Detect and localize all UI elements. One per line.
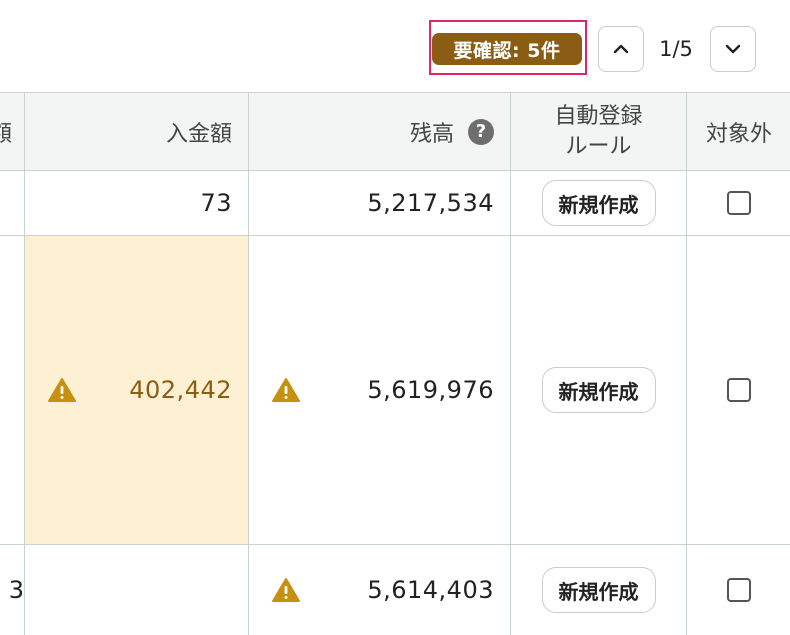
create-rule-button[interactable]: 新規作成 [541,567,656,613]
review-count-badge[interactable]: 要確認: 5件 [432,33,582,65]
column-header-balance: 残高 ? [249,93,511,171]
chevron-up-icon [613,44,629,54]
column-header-label: 自動登録 [554,103,643,129]
table-cell-balance-warning: 5,619,976 [249,236,511,545]
create-rule-button[interactable]: 新規作成 [541,180,656,226]
cell-value: 402,442 [129,376,232,404]
pager-count: 1/5 [659,37,693,61]
cell-value: 5,619,976 [367,376,494,404]
warning-icon [48,378,76,402]
table-cell-excluded [687,236,790,545]
cell-value: 5,614,403 [367,576,494,604]
next-item-button[interactable] [710,26,756,72]
exclude-checkbox[interactable] [727,578,751,602]
transactions-table: 額 入金額 残高 ? 自動登録 ルール 対象外 73 5,217,534 新規作… [0,92,790,635]
table-cell-auto-rule: 新規作成 [511,236,687,545]
table-cell-balance-warning: 5,614,403 [249,545,511,635]
table-cell-auto-rule: 新規作成 [511,171,687,236]
help-icon[interactable]: ? [468,118,494,145]
table-cell-auto-rule: 新規作成 [511,545,687,635]
table-cell-deposit [25,545,249,635]
toolbar: 要確認: 5件 1/5 [0,0,790,92]
column-header-label: 額 [0,116,12,148]
column-header-label: 対象外 [705,121,772,147]
table-cell-balance: 5,217,534 [249,171,511,236]
warning-icon [272,578,300,602]
exclude-checkbox[interactable] [727,378,751,402]
create-rule-button[interactable]: 新規作成 [541,367,656,413]
prev-item-button[interactable] [598,26,644,72]
column-header-auto-rule: 自動登録 ルール [511,93,687,171]
column-header-deposit: 入金額 [25,93,249,171]
chevron-down-icon [725,44,741,54]
cell-value: 5,217,534 [367,189,494,217]
warning-icon [272,378,300,402]
cell-value: 3 [8,576,24,604]
column-header-label: 入金額 [165,121,232,147]
column-header-excluded: 対象外 [687,93,790,171]
table-cell-clipped: 3 [0,545,25,635]
table-cell-excluded [687,545,790,635]
cell-value: 73 [200,189,232,217]
column-header-label: 残高 [409,121,454,147]
exclude-checkbox[interactable] [727,191,751,215]
table-cell-clipped [0,236,25,545]
table-cell-deposit: 73 [25,171,249,236]
table-cell-excluded [687,171,790,236]
column-header-amount-clipped: 額 [0,93,25,171]
table-cell-deposit-warning: 402,442 [25,236,249,545]
column-header-label: ルール [565,133,632,159]
table-cell-clipped [0,171,25,236]
